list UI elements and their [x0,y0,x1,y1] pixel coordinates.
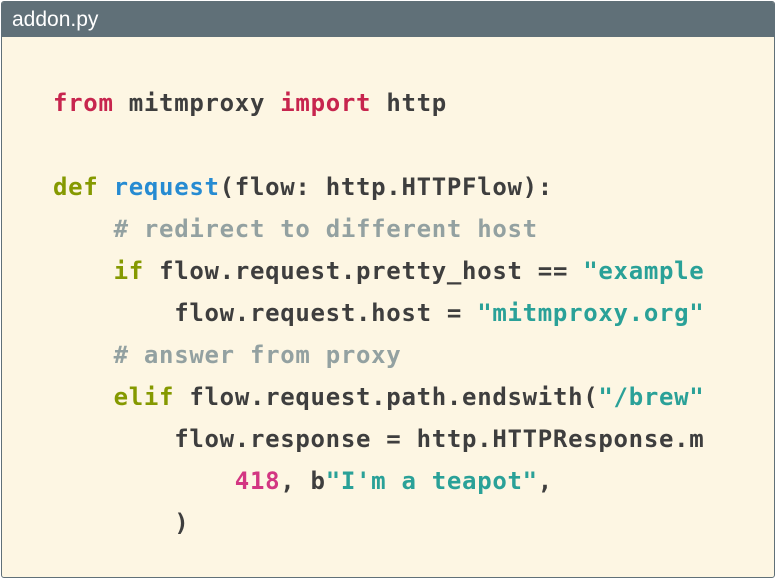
code-token: ) [53,509,190,537]
code-line: 418, b"I'm a teapot", [53,460,704,502]
code-token: "mitmproxy.org" [477,299,705,327]
code-line: from mitmproxy import http [53,82,704,124]
code-token: flow.response = http.HTTPResponse.m [53,425,705,453]
code-token: # redirect to different host [113,215,538,243]
code-token: 418 [234,467,281,495]
code-token: import [280,89,372,117]
code-token: from [53,89,114,117]
code-token: flow.request.path.endswith( [174,383,599,411]
code-token: "example [583,257,705,285]
code-line: def request(flow: http.HTTPFlow): [53,166,704,208]
file-name: addon.py [12,8,99,31]
code-line: # redirect to different host [53,208,704,250]
code-token: flow.request.pretty_host == [143,257,584,285]
code-token: request [113,173,220,201]
code-line: # answer from proxy [53,334,704,376]
file-title-bar: addon.py [2,2,774,37]
code-token: (flow: http.HTTPFlow): [219,173,553,201]
code-token: flow.request.host = [53,299,478,327]
code-token: mitmproxy [113,89,281,117]
code-token: elif [113,383,175,411]
code-window: addon.py from mitmproxy import http def r… [1,1,775,578]
code-token: , [537,467,553,495]
code-block: from mitmproxy import http def request(fl… [53,82,704,544]
code-line: flow.request.host = "mitmproxy.org" [53,292,704,334]
code-token: "/brew" [598,383,705,411]
code-line: if flow.request.pretty_host == "example [53,250,704,292]
code-token: # answer from proxy [113,341,402,369]
code-line: flow.response = http.HTTPResponse.m [53,418,704,460]
code-token: if [113,257,144,285]
code-token: def [53,173,99,201]
code-token: http [371,89,447,117]
code-line: elif flow.request.path.endswith("/brew" [53,376,704,418]
code-token: , b [280,467,326,495]
code-token: "I'm a teapot" [325,467,538,495]
code-line: ) [53,502,704,544]
